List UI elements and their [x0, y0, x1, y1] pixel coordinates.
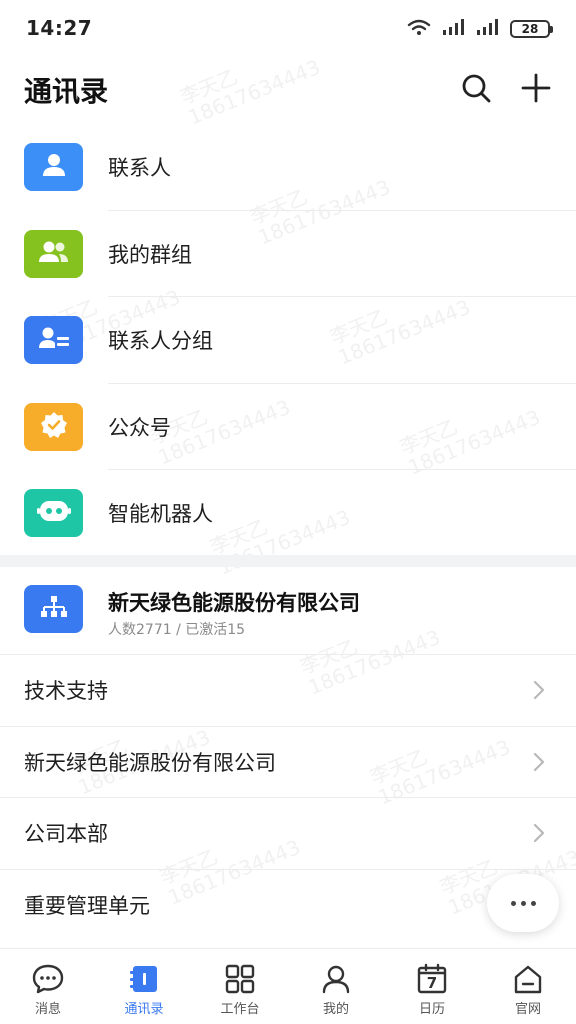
tab-messages[interactable]: 消息: [0, 949, 96, 1024]
tab-contacts[interactable]: 通讯录: [96, 949, 192, 1024]
more-dot-icon: [520, 900, 526, 906]
robot-icon: [36, 498, 71, 528]
contacts-menu: 联系人 我的群组 联系人分组 公众号 智能机器人: [0, 124, 576, 557]
signal-icon: [442, 19, 466, 39]
groups-tile: [24, 229, 83, 278]
menu-item-label: 联系人: [108, 156, 171, 181]
dept-label: 重要管理单元: [24, 893, 150, 918]
status-time: 14:27: [26, 16, 93, 40]
menu-item-my-groups[interactable]: 我的群组: [0, 211, 576, 297]
bottom-tab-bar: 消息 通讯录 工作台 我的 7 日历 官网: [0, 948, 576, 1024]
contact-group-icon: [37, 324, 71, 356]
search-icon: [460, 72, 492, 108]
page-title: 通讯录: [24, 75, 109, 108]
person-icon: [40, 151, 68, 183]
tab-calendar[interactable]: 7 日历: [384, 949, 480, 1024]
dept-item-headquarters[interactable]: 公司本部: [0, 797, 576, 869]
contacts-tile: [24, 143, 83, 192]
tab-workbench[interactable]: 工作台: [192, 949, 288, 1024]
tab-label: 通讯录: [124, 1002, 164, 1017]
tab-label: 我的: [322, 1002, 349, 1017]
menu-item-official-accounts[interactable]: 公众号: [0, 384, 576, 470]
menu-item-contact-groups[interactable]: 联系人分组: [0, 297, 576, 384]
status-icons: 28: [406, 18, 553, 40]
org-chart-icon: [39, 594, 69, 624]
org-header[interactable]: 新天绿色能源股份有限公司 人数2771 / 已激活15: [0, 567, 576, 653]
more-dot-icon: [510, 900, 516, 906]
more-dot-icon: [530, 900, 536, 906]
more-button[interactable]: [487, 874, 559, 932]
menu-item-label: 智能机器人: [108, 502, 213, 527]
dept-label: 技术支持: [24, 679, 108, 704]
search-button[interactable]: [454, 68, 498, 112]
home-icon: [511, 963, 545, 995]
dept-item-company[interactable]: 新天绿色能源股份有限公司: [0, 725, 576, 798]
contacts-icon: [127, 963, 161, 995]
wifi-icon: [406, 18, 432, 40]
section-separator: [0, 555, 576, 567]
menu-item-contacts[interactable]: 联系人: [0, 124, 576, 211]
chevron-right-icon: [532, 751, 546, 777]
official-accounts-tile: [24, 402, 83, 451]
menu-item-label: 联系人分组: [108, 329, 213, 354]
add-button[interactable]: [514, 68, 558, 112]
chevron-right-icon: [532, 679, 546, 705]
badge-check-icon: [39, 410, 69, 444]
menu-item-label: 公众号: [108, 415, 171, 440]
chat-icon: [31, 963, 65, 995]
tab-label: 工作台: [220, 1002, 260, 1017]
org-name: 新天绿色能源股份有限公司: [108, 591, 360, 615]
robot-tile: [24, 489, 83, 538]
dept-label: 新天绿色能源股份有限公司: [24, 750, 276, 775]
status-bar: 14:27 28: [0, 0, 576, 58]
signal-icon: [476, 19, 500, 39]
org-stats: 人数2771 / 已激活15: [108, 622, 246, 638]
plus-icon: [521, 73, 551, 107]
tab-label: 消息: [34, 1002, 61, 1017]
grid-icon: [223, 963, 257, 995]
calendar-day: 7: [426, 974, 438, 992]
dept-label: 公司本部: [24, 822, 108, 847]
contact-groups-tile: [24, 316, 83, 365]
menu-item-label: 我的群组: [108, 242, 192, 267]
profile-icon: [319, 963, 353, 995]
calendar-icon: 7: [415, 963, 449, 995]
menu-item-smart-robot[interactable]: 智能机器人: [0, 470, 576, 557]
group-icon: [37, 238, 71, 270]
chevron-right-icon: [532, 822, 546, 848]
tab-label: 官网: [514, 1002, 541, 1017]
tab-profile[interactable]: 我的: [288, 949, 384, 1024]
battery-icon: 28: [510, 20, 553, 38]
dept-item-tech-support[interactable]: 技术支持: [0, 654, 576, 726]
tab-website[interactable]: 官网: [480, 949, 576, 1024]
org-tile: [24, 585, 83, 633]
app-header: 通讯录: [0, 60, 576, 120]
tab-label: 日历: [418, 1002, 445, 1017]
battery-level: 28: [521, 22, 539, 36]
